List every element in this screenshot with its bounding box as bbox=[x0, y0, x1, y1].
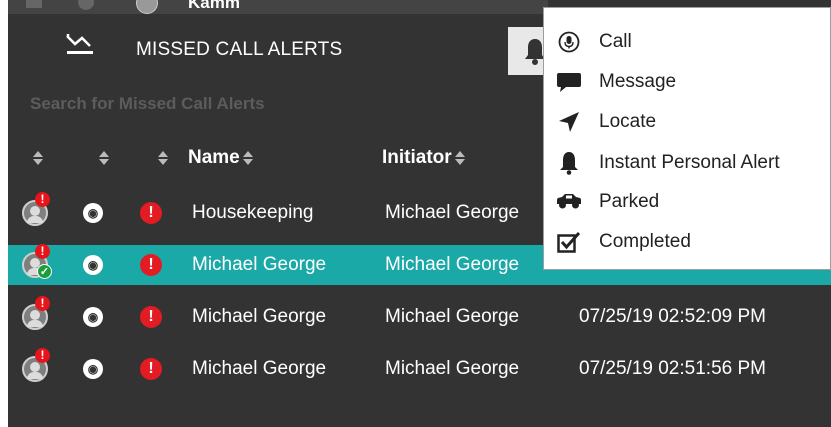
menu-item-message[interactable]: Message bbox=[544, 64, 831, 100]
column-header-initiator-label: Initiator bbox=[382, 147, 452, 168]
sort-icon bbox=[454, 151, 465, 165]
menu-item-label: Locate bbox=[599, 111, 657, 132]
menu-item-label: Call bbox=[599, 31, 632, 52]
sort-icon bbox=[158, 151, 168, 165]
priority-high-icon: ! bbox=[140, 306, 162, 328]
menu-item-call[interactable]: Call bbox=[544, 24, 831, 60]
tab-alerts[interactable] bbox=[508, 27, 548, 75]
peek-avatar bbox=[78, 0, 94, 10]
voice-message-icon[interactable]: ◉ bbox=[83, 255, 103, 275]
alert-badge-icon: ! bbox=[35, 296, 50, 311]
sort-voice-button[interactable] bbox=[96, 145, 109, 171]
peek-name: Kamm bbox=[188, 0, 240, 12]
voice-message-icon[interactable]: ◉ bbox=[83, 203, 103, 223]
completed-check-icon: ✓ bbox=[37, 264, 52, 279]
row-name: Michael George bbox=[192, 254, 327, 275]
sort-icon bbox=[242, 151, 253, 165]
row-name: Housekeeping bbox=[192, 202, 314, 223]
speech-bubble-icon bbox=[556, 69, 582, 95]
alert-badge-icon: ! bbox=[35, 244, 50, 259]
voice-message-icon[interactable]: ◉ bbox=[83, 307, 103, 327]
menu-item-label: Message bbox=[599, 71, 677, 92]
sort-status-button[interactable] bbox=[30, 145, 43, 171]
car-icon bbox=[556, 189, 582, 215]
menu-item-locate[interactable]: Locate bbox=[544, 104, 831, 140]
column-header-initiator[interactable]: Initiator bbox=[382, 145, 465, 171]
menu-item-completed[interactable]: Completed bbox=[544, 224, 831, 260]
sort-icon bbox=[99, 151, 109, 165]
alert-badge-icon: ! bbox=[35, 348, 50, 363]
row-initiator: Michael George bbox=[385, 202, 520, 223]
previous-list-peek: Kamm bbox=[8, 0, 548, 14]
row-initiator: Michael George bbox=[385, 358, 520, 379]
menu-item-instant-personal-alert[interactable]: Instant Personal Alert bbox=[544, 145, 831, 181]
priority-high-icon: ! bbox=[140, 254, 162, 276]
table-row[interactable]: ! ◉ ! Michael George Michael George 07/2… bbox=[8, 296, 831, 337]
voice-message-icon[interactable]: ◉ bbox=[83, 359, 103, 379]
row-time: 07/25/19 02:52:09 PM bbox=[579, 306, 766, 327]
menu-item-label: Instant Personal Alert bbox=[599, 152, 780, 173]
table-row[interactable]: ! ◉ ! Michael George Michael George 07/2… bbox=[8, 348, 831, 389]
bell-icon bbox=[556, 150, 582, 176]
row-initiator: Michael George bbox=[385, 306, 520, 327]
peek-avatar bbox=[136, 0, 158, 14]
peek-icon bbox=[26, 0, 42, 8]
row-time: 07/25/19 02:51:56 PM bbox=[579, 358, 766, 379]
column-header-name[interactable]: Name bbox=[188, 145, 253, 171]
sort-icon bbox=[33, 151, 43, 165]
alert-badge-icon: ! bbox=[35, 192, 50, 207]
priority-high-icon: ! bbox=[140, 358, 162, 380]
row-name: Michael George bbox=[192, 306, 327, 327]
sort-priority-button[interactable] bbox=[155, 145, 168, 171]
menu-item-label: Completed bbox=[599, 231, 691, 252]
page-title: MISSED CALL ALERTS bbox=[136, 39, 343, 60]
checkbox-icon bbox=[556, 229, 582, 255]
menu-item-label: Parked bbox=[599, 191, 660, 212]
priority-high-icon: ! bbox=[140, 202, 162, 224]
row-context-menu: Call Message Locate Instant Personal Ale… bbox=[543, 7, 831, 270]
missed-call-alerts-icon bbox=[64, 30, 94, 63]
column-header-name-label: Name bbox=[188, 147, 240, 168]
location-arrow-icon bbox=[556, 109, 582, 135]
panel-header: MISSED CALL ALERTS bbox=[8, 26, 508, 72]
search-input[interactable] bbox=[30, 93, 430, 115]
row-initiator: Michael George bbox=[385, 254, 520, 275]
microphone-icon bbox=[556, 29, 582, 55]
row-name: Michael George bbox=[192, 358, 327, 379]
menu-item-parked[interactable]: Parked bbox=[544, 184, 831, 220]
